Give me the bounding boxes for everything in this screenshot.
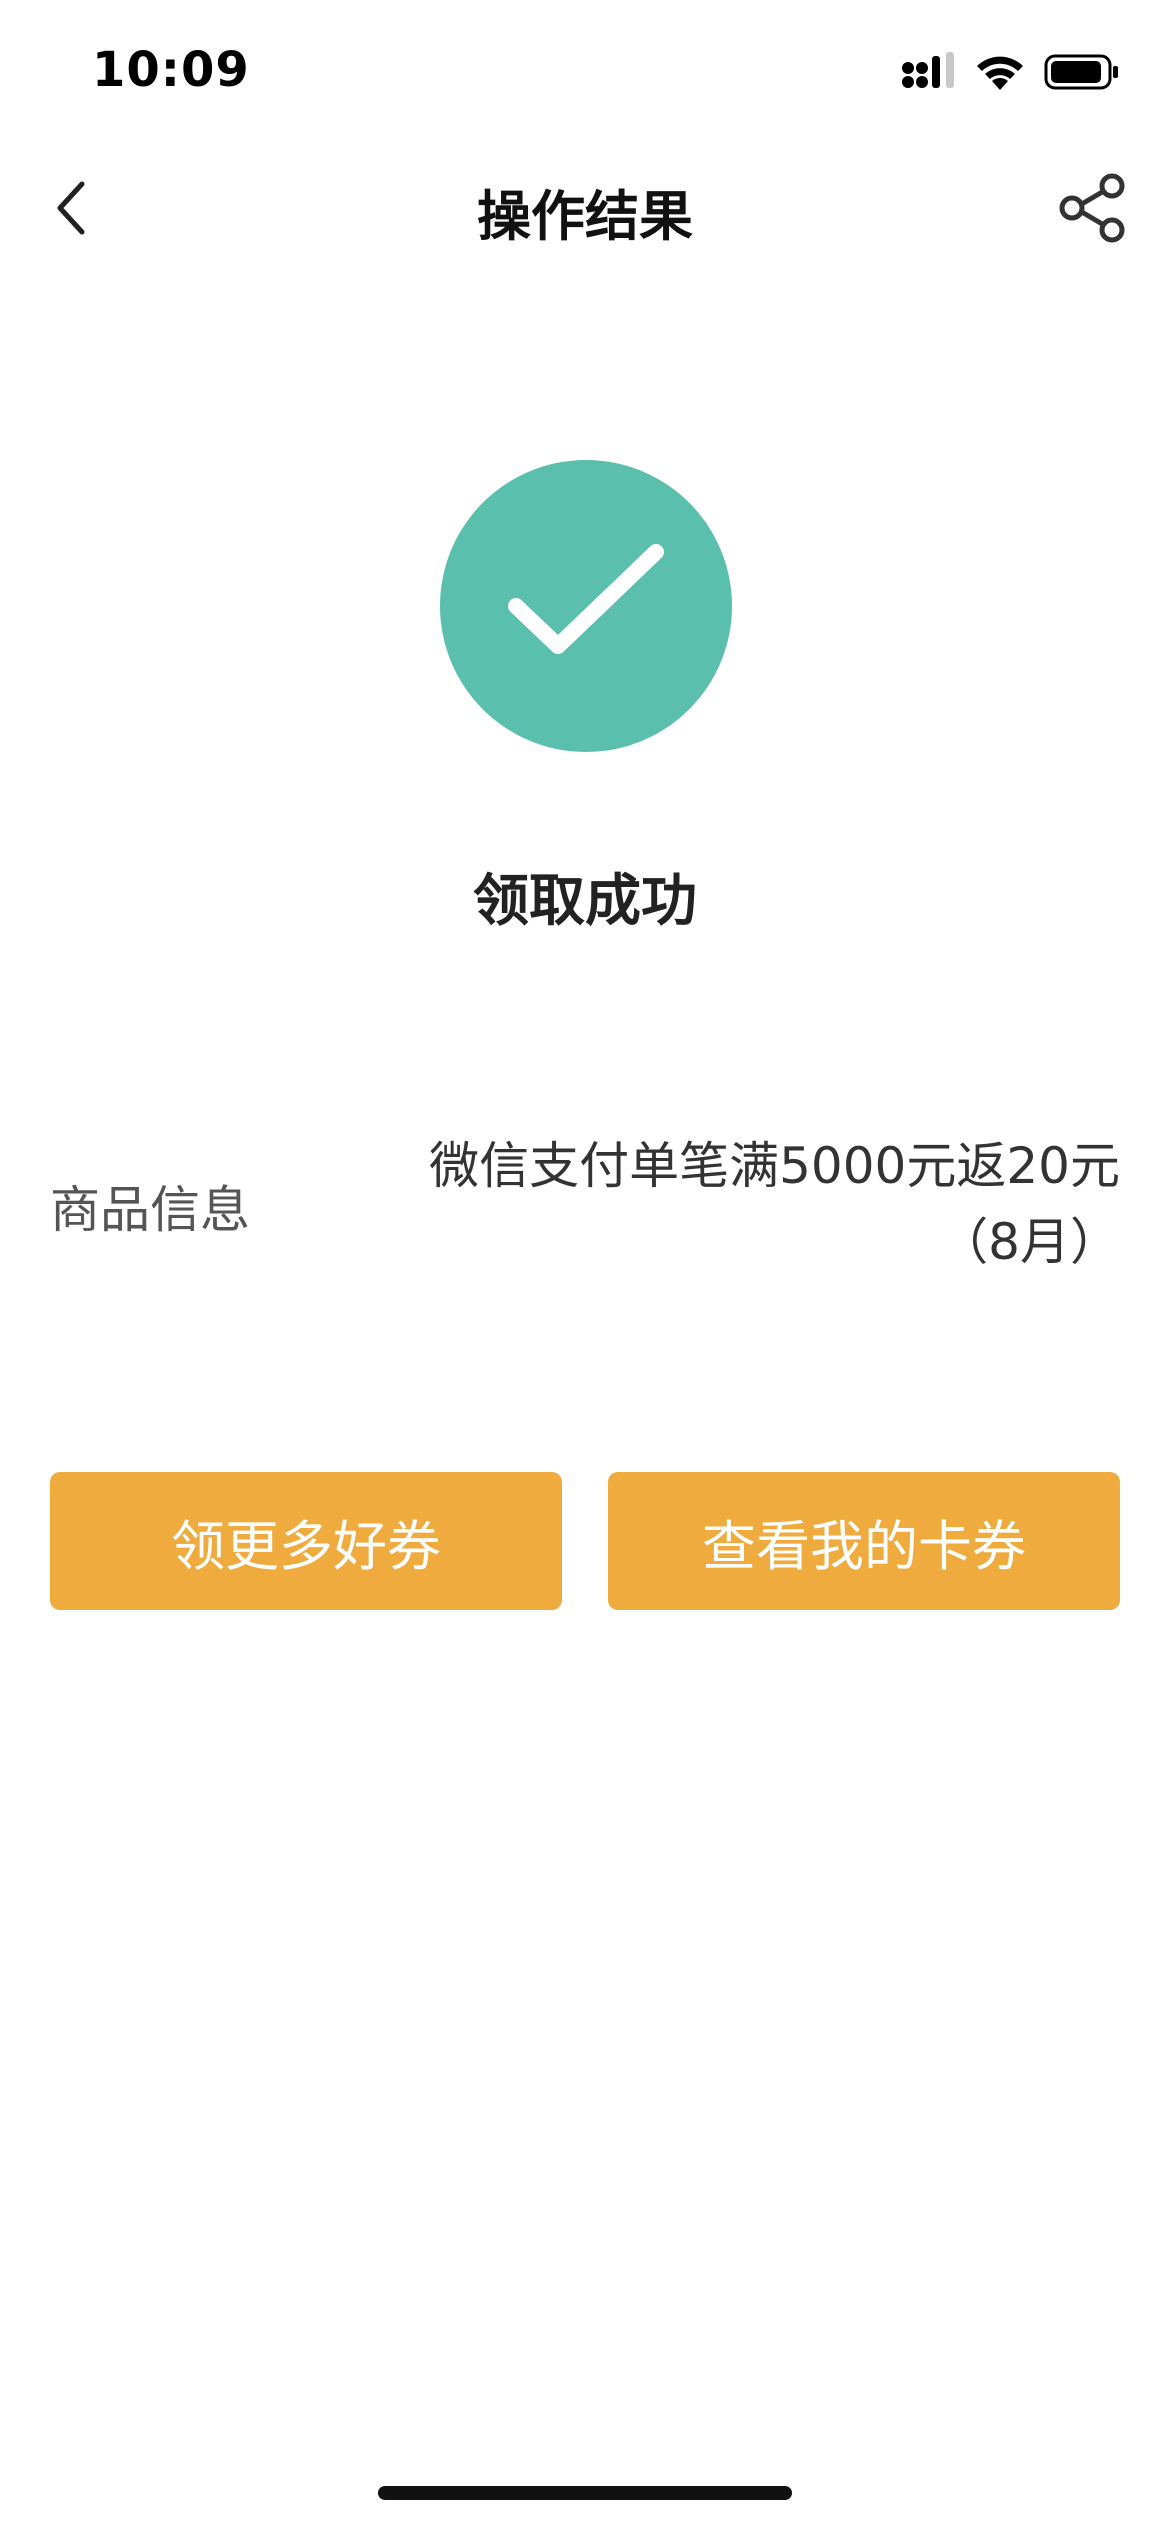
wifi-icon [974, 52, 1026, 96]
status-time: 10:09 [92, 42, 250, 98]
nav-bar: 操作结果 [0, 150, 1170, 270]
success-badge [440, 460, 732, 752]
result-title: 领取成功 [473, 869, 697, 934]
share-icon [1057, 173, 1127, 247]
cellular-signal-icon [900, 52, 956, 96]
share-button[interactable] [1054, 172, 1130, 248]
product-info-line1: 微信支付单笔满5000元返20元 [429, 1137, 1120, 1195]
page-title: 操作结果 [477, 185, 693, 248]
battery-icon [1044, 52, 1120, 96]
view-my-coupons-button[interactable]: 查看我的卡券 [608, 1472, 1120, 1610]
product-info-line2: （8月） [938, 1213, 1120, 1271]
home-indicator[interactable] [378, 2486, 792, 2500]
product-info-value: 微信支付单笔满5000元返20元 （8月） [420, 1128, 1120, 1280]
status-bar: 10:09 [0, 0, 1170, 150]
status-icons [900, 52, 1120, 96]
product-info-label: 商品信息 [50, 1181, 250, 1239]
get-more-coupons-button[interactable]: 领更多好券 [50, 1472, 562, 1610]
check-icon [496, 534, 676, 678]
